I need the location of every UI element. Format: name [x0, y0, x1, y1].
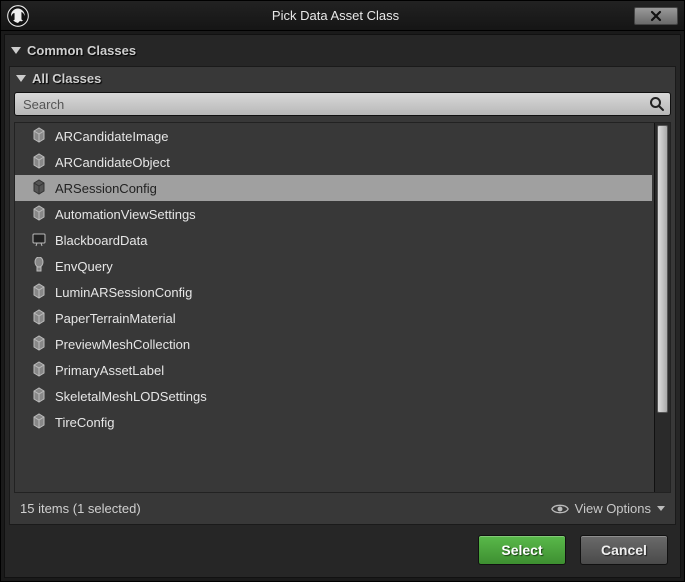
section-all-classes[interactable]: All Classes: [14, 71, 671, 88]
search-input[interactable]: [14, 92, 671, 116]
list-item-label: PreviewMeshCollection: [55, 337, 190, 352]
asset-icon: [31, 387, 47, 406]
list-item[interactable]: PaperTerrainMaterial: [15, 305, 652, 331]
select-button[interactable]: Select: [478, 535, 566, 565]
button-label: Cancel: [601, 542, 647, 558]
asset-icon: [31, 283, 47, 302]
list-item-label: AutomationViewSettings: [55, 207, 196, 222]
section-label: Common Classes: [27, 43, 136, 58]
all-classes-panel: All Classes ARCandidateImage ARCandidateO…: [9, 66, 676, 525]
list-item-label: ARSessionConfig: [55, 181, 157, 196]
list-item-label: EnvQuery: [55, 259, 113, 274]
list-item[interactable]: ARSessionConfig: [15, 175, 652, 201]
class-list-wrap: ARCandidateImage ARCandidateObject ARSessi…: [14, 122, 671, 493]
list-item[interactable]: SkeletalMeshLODSettings: [15, 383, 652, 409]
list-item[interactable]: TireConfig: [15, 409, 652, 435]
list-item[interactable]: AutomationViewSettings: [15, 201, 652, 227]
view-options-label: View Options: [575, 501, 651, 516]
eye-icon: [551, 503, 569, 515]
search-wrap: [14, 92, 671, 116]
asset-icon: [31, 413, 47, 432]
cancel-button[interactable]: Cancel: [580, 535, 668, 565]
asset-icon: [31, 335, 47, 354]
asset-icon: [31, 205, 47, 224]
dialog-body: Common Classes All Classes ARCandidateIm…: [4, 34, 681, 578]
asset-icon: [31, 309, 47, 328]
button-row: Select Cancel: [9, 525, 676, 573]
list-item[interactable]: PreviewMeshCollection: [15, 331, 652, 357]
close-button[interactable]: [634, 7, 678, 25]
section-common-classes[interactable]: Common Classes: [9, 39, 676, 62]
window-title: Pick Data Asset Class: [37, 8, 634, 23]
list-item-label: TireConfig: [55, 415, 114, 430]
chevron-down-icon: [657, 506, 665, 511]
expand-triangle-icon: [11, 47, 21, 54]
list-item[interactable]: ARCandidateImage: [15, 123, 652, 149]
view-options-button[interactable]: View Options: [551, 501, 665, 516]
status-row: 15 items (1 selected) View Options: [14, 493, 671, 520]
item-count-label: 15 items (1 selected): [20, 501, 141, 516]
button-label: Select: [501, 542, 542, 558]
asset-icon: [31, 127, 47, 146]
list-item-label: SkeletalMeshLODSettings: [55, 389, 207, 404]
list-item[interactable]: LuminARSessionConfig: [15, 279, 652, 305]
asset-icon: [31, 153, 47, 172]
list-item[interactable]: PrimaryAssetLabel: [15, 357, 652, 383]
expand-triangle-icon: [16, 75, 26, 82]
list-item[interactable]: EnvQuery: [15, 253, 652, 279]
list-item-label: BlackboardData: [55, 233, 148, 248]
asset-icon: [31, 257, 47, 276]
list-item-label: ARCandidateObject: [55, 155, 170, 170]
unreal-logo-icon: [7, 5, 29, 27]
class-list[interactable]: ARCandidateImage ARCandidateObject ARSessi…: [15, 123, 654, 492]
list-item[interactable]: ARCandidateObject: [15, 149, 652, 175]
list-item-label: PrimaryAssetLabel: [55, 363, 164, 378]
titlebar: Pick Data Asset Class: [1, 1, 684, 31]
asset-icon: [31, 361, 47, 380]
scroll-thumb[interactable]: [657, 125, 668, 413]
dialog-window: Pick Data Asset Class Common Classes All…: [0, 0, 685, 582]
section-label: All Classes: [32, 71, 101, 86]
list-item[interactable]: BlackboardData: [15, 227, 652, 253]
asset-icon: [31, 179, 47, 198]
scrollbar[interactable]: [654, 123, 670, 492]
asset-icon: [31, 231, 47, 250]
close-icon: [650, 10, 662, 22]
list-item-label: PaperTerrainMaterial: [55, 311, 176, 326]
list-item-label: LuminARSessionConfig: [55, 285, 192, 300]
list-item-label: ARCandidateImage: [55, 129, 168, 144]
